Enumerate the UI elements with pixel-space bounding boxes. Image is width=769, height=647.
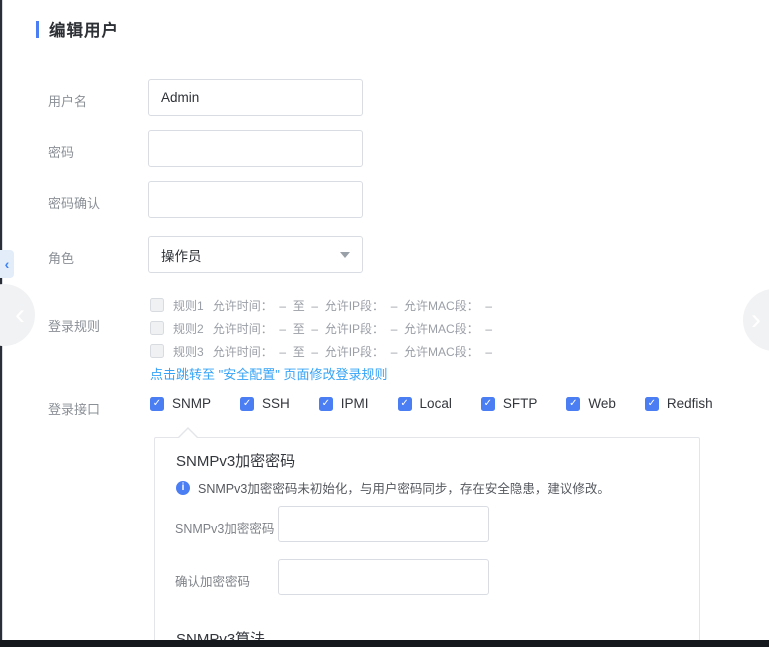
panel-notch bbox=[177, 427, 199, 438]
edit-user-page: ‹ ‹ › 编辑用户 用户名 密码 密码确认 角色 操作员 登录规则 规则1 允… bbox=[0, 0, 769, 647]
password-input[interactable] bbox=[148, 130, 363, 167]
login-rule-row-2: 规则2 允许时间： – 至 – 允许IP段： – 允许MAC段： – bbox=[150, 320, 492, 336]
rule3-name: 规则3 bbox=[173, 343, 204, 360]
snmpv3-password-confirm-label: 确认加密密码 bbox=[175, 571, 250, 590]
rule1-detail: 允许时间： – 至 – 允许IP段： – 允许MAC段： – bbox=[213, 297, 492, 314]
snmpv3-panel-title: SNMPv3加密密码 bbox=[176, 450, 295, 471]
bottom-edge-bar bbox=[0, 640, 769, 647]
role-select-value: 操作员 bbox=[161, 245, 202, 265]
interface-label: Local bbox=[420, 396, 452, 411]
interface-checkbox-redfish[interactable]: ✓ Redfish bbox=[645, 396, 713, 411]
rule2-detail: 允许时间： – 至 – 允许IP段： – 允许MAC段： – bbox=[213, 320, 492, 337]
interface-label: SSH bbox=[262, 396, 290, 411]
checkbox-checked-icon: ✓ bbox=[150, 397, 164, 411]
chevron-left-icon: ‹ bbox=[5, 257, 10, 271]
checkbox-checked-icon: ✓ bbox=[481, 397, 495, 411]
login-rules-label: 登录规则 bbox=[48, 316, 100, 335]
snmpv3-panel: SNMPv3加密密码 i SNMPv3加密密码未初始化，与用户密码同步，存在安全… bbox=[154, 437, 700, 647]
rule2-name: 规则2 bbox=[173, 320, 204, 337]
info-icon: i bbox=[176, 481, 190, 495]
role-select[interactable]: 操作员 bbox=[148, 236, 363, 273]
interface-checkbox-snmp[interactable]: ✓ SNMP bbox=[150, 396, 211, 411]
interface-label: IPMI bbox=[341, 396, 369, 411]
interface-label: Redfish bbox=[667, 396, 713, 411]
security-config-link[interactable]: 点击跳转至 "安全配置" 页面修改登录规则 bbox=[150, 364, 387, 383]
snmpv3-info-row: i SNMPv3加密密码未初始化，与用户密码同步，存在安全隐患，建议修改。 bbox=[176, 478, 610, 497]
rule3-detail: 允许时间： – 至 – 允许IP段： – 允许MAC段： – bbox=[213, 343, 492, 360]
page-title: 编辑用户 bbox=[49, 17, 119, 41]
snmpv3-password-confirm-input[interactable] bbox=[278, 559, 489, 595]
title-accent-bar bbox=[36, 21, 39, 38]
carousel-prev-button[interactable]: ‹ bbox=[0, 284, 35, 346]
chevron-right-icon: › bbox=[751, 305, 761, 335]
snmpv3-password-input[interactable] bbox=[278, 506, 489, 542]
username-input[interactable] bbox=[148, 79, 363, 116]
interface-checkbox-sftp[interactable]: ✓ SFTP bbox=[481, 396, 538, 411]
interface-checkbox-web[interactable]: ✓ Web bbox=[566, 396, 616, 411]
checkbox-checked-icon: ✓ bbox=[240, 397, 254, 411]
login-interfaces-row: ✓ SNMP ✓ SSH ✓ IPMI ✓ Local ✓ SFTP ✓ Web… bbox=[150, 396, 713, 411]
interface-checkbox-local[interactable]: ✓ Local bbox=[398, 396, 452, 411]
checkbox-checked-icon: ✓ bbox=[319, 397, 333, 411]
login-rule-row-3: 规则3 允许时间： – 至 – 允许IP段： – 允许MAC段： – bbox=[150, 343, 492, 359]
checkbox-checked-icon: ✓ bbox=[398, 397, 412, 411]
interface-label: SFTP bbox=[503, 396, 538, 411]
rule1-name: 规则1 bbox=[173, 297, 204, 314]
carousel-next-button[interactable]: › bbox=[743, 289, 769, 351]
username-label: 用户名 bbox=[48, 91, 87, 110]
role-label: 角色 bbox=[48, 248, 74, 267]
rule3-checkbox[interactable] bbox=[150, 344, 164, 358]
login-rule-row-1: 规则1 允许时间： – 至 – 允许IP段： – 允许MAC段： – bbox=[150, 297, 492, 313]
interface-checkbox-ssh[interactable]: ✓ SSH bbox=[240, 396, 290, 411]
password-confirm-label: 密码确认 bbox=[48, 193, 100, 212]
interface-checkbox-ipmi[interactable]: ✓ IPMI bbox=[319, 396, 369, 411]
snmpv3-password-label: SNMPv3加密密码 bbox=[175, 518, 274, 537]
rule1-checkbox[interactable] bbox=[150, 298, 164, 312]
chevron-left-icon: ‹ bbox=[15, 300, 25, 330]
sidebar-collapse-button[interactable]: ‹ bbox=[0, 250, 14, 278]
page-header: 编辑用户 bbox=[36, 17, 119, 41]
checkbox-checked-icon: ✓ bbox=[566, 397, 580, 411]
password-label: 密码 bbox=[48, 142, 74, 161]
password-confirm-input[interactable] bbox=[148, 181, 363, 218]
checkbox-checked-icon: ✓ bbox=[645, 397, 659, 411]
interface-label: SNMP bbox=[172, 396, 211, 411]
snmpv3-info-text: SNMPv3加密密码未初始化，与用户密码同步，存在安全隐患，建议修改。 bbox=[198, 478, 610, 497]
caret-down-icon bbox=[340, 252, 350, 258]
login-interfaces-label: 登录接口 bbox=[48, 399, 100, 418]
rule2-checkbox[interactable] bbox=[150, 321, 164, 335]
interface-label: Web bbox=[588, 396, 616, 411]
